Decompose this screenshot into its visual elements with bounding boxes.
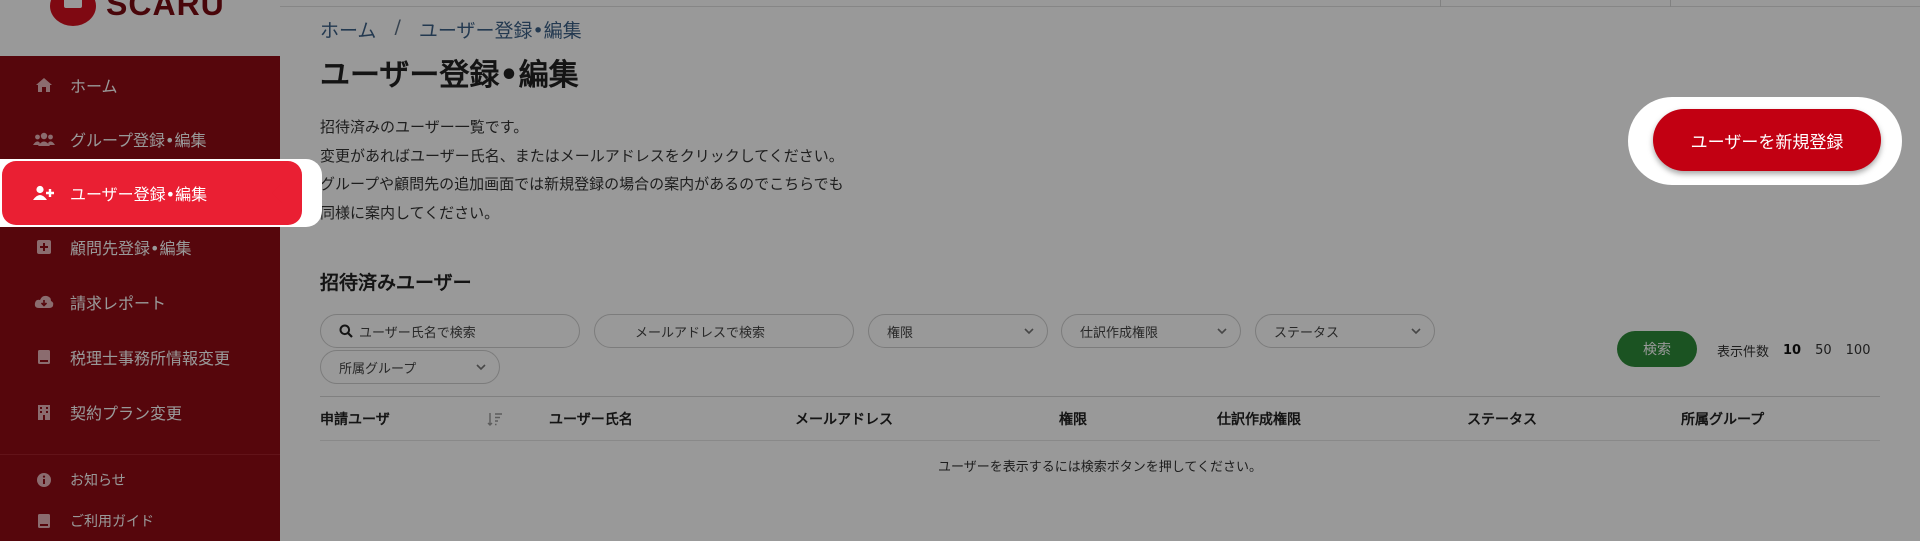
page-size-option-50[interactable]: 50 — [1815, 343, 1832, 358]
logo-area: SCARU — [0, 0, 280, 56]
sidebar-item-plan-change[interactable]: 契約プラン変更 — [0, 385, 280, 439]
sidebar-item-users[interactable]: ユーザー登録•編集 — [2, 161, 302, 225]
chevron-down-icon — [476, 364, 486, 371]
logo-icon — [50, 0, 96, 26]
breadcrumb-home-link[interactable]: ホーム — [320, 16, 376, 43]
status-select-label: ステータス — [1274, 325, 1340, 341]
sidebar-item-label: 契約プラン変更 — [70, 404, 183, 423]
users-icon — [33, 128, 55, 150]
group-select[interactable]: 所属グループ — [320, 350, 500, 384]
description-line: 変更があればユーザー氏名、またはメールアドレスをクリックしてください。 — [320, 146, 844, 165]
column-header-role[interactable]: 権限 — [1059, 409, 1087, 429]
search-button[interactable]: 検索 — [1617, 331, 1697, 367]
page-title: ユーザー登録•編集 — [320, 58, 579, 93]
journal-permission-label: 仕訳作成権限 — [1080, 325, 1159, 341]
column-header-group[interactable]: 所属グループ — [1681, 409, 1764, 429]
page-size-option-100[interactable]: 100 — [1846, 343, 1871, 358]
description-line: 招待済みのユーザー一覧です。 — [320, 118, 529, 136]
column-header-status[interactable]: ステータス — [1467, 409, 1537, 429]
table-empty-message: ユーザーを表示するには検索ボタンを押してください。 — [938, 460, 1262, 475]
email-search-input[interactable]: メールアドレスで検索 — [594, 314, 854, 348]
group-select-label: 所属グループ — [339, 361, 417, 377]
breadcrumb-current: ユーザー登録•編集 — [418, 20, 582, 42]
sidebar-item-label: ユーザー登録•編集 — [70, 185, 208, 204]
user-plus-icon — [33, 182, 55, 204]
role-select[interactable]: 権限 — [868, 314, 1048, 348]
sidebar: SCARU ホーム グループ登録•編集 顧問先登録•編集 請求レポート 税理士事… — [0, 0, 280, 541]
page-size-option-10[interactable]: 10 — [1783, 343, 1801, 358]
book-icon — [33, 346, 55, 368]
sidebar-item-clients[interactable]: 顧問先登録•編集 — [0, 220, 280, 274]
sidebar-item-label: お知らせ — [70, 473, 126, 489]
sidebar-item-label: 請求レポート — [70, 294, 167, 313]
sidebar-item-label: グループ登録•編集 — [70, 131, 207, 150]
description-line: グループや顧問先の追加画面では新規登録の場合の案内があるのでこちらでも — [320, 175, 844, 193]
page-size-selector: 表示件数 10 50 100 — [1717, 341, 1870, 360]
breadcrumb-separator: / — [394, 16, 401, 38]
search-icon — [339, 324, 353, 338]
column-header-email[interactable]: メールアドレス — [795, 409, 893, 429]
sidebar-item-label: 顧問先登録•編集 — [70, 239, 192, 258]
chevron-down-icon — [1024, 328, 1034, 335]
sidebar-item-billing-report[interactable]: 請求レポート — [0, 275, 280, 329]
sidebar-item-label: 税理士事務所情報変更 — [70, 349, 231, 368]
sidebar-item-guide[interactable]: ご利用ガイド — [0, 501, 280, 541]
building-icon — [33, 401, 55, 423]
main-content: ホーム / ユーザー登録•編集 ユーザー登録•編集 招待済みのユーザー一覧です。… — [280, 0, 1920, 541]
sidebar-item-home[interactable]: ホーム — [0, 58, 280, 112]
email-search-placeholder: メールアドレスで検索 — [635, 325, 766, 341]
sidebar-item-office-info[interactable]: 税理士事務所情報変更 — [0, 330, 280, 384]
sidebar-item-notices[interactable]: お知らせ — [0, 460, 280, 500]
logo-text: SCARU — [106, 0, 225, 22]
spotlight-sidebar: ユーザー登録•編集 — [0, 159, 322, 227]
cloud-download-icon — [33, 291, 55, 313]
sidebar-item-label: ご利用ガイド — [70, 514, 154, 530]
column-header-journal-permission[interactable]: 仕訳作成権限 — [1217, 409, 1301, 429]
sidebar-item-groups[interactable]: グループ登録•編集 — [0, 112, 280, 166]
sidebar-divider — [0, 454, 280, 455]
pointer-arrow — [272, 183, 282, 203]
guide-icon — [33, 510, 55, 532]
page-description: 招待済みのユーザー一覧です。 変更があればユーザー氏名、またはメールアドレスをク… — [320, 113, 1020, 227]
plus-square-icon — [33, 236, 55, 258]
column-header-applicant[interactable]: 申請ユーザ — [320, 409, 390, 429]
name-search-placeholder: ユーザー氏名で検索 — [359, 325, 476, 341]
description-line: 同様に案内してください。 — [320, 203, 500, 222]
new-user-button[interactable]: ユーザーを新規登録 — [1653, 109, 1881, 171]
sort-icon[interactable] — [487, 411, 503, 427]
top-bar — [280, 0, 1920, 7]
home-icon — [33, 74, 55, 96]
column-header-user-name[interactable]: ユーザー氏名 — [549, 409, 633, 429]
status-select[interactable]: ステータス — [1255, 314, 1435, 348]
sidebar-item-label: ホーム — [70, 77, 118, 96]
role-select-label: 権限 — [887, 325, 914, 341]
breadcrumb: ホーム / ユーザー登録•編集 — [320, 16, 582, 43]
chevron-down-icon — [1411, 328, 1421, 335]
page-size-label: 表示件数 — [1717, 345, 1770, 360]
journal-permission-select[interactable]: 仕訳作成権限 — [1061, 314, 1241, 348]
section-title: 招待済みユーザー — [320, 272, 472, 294]
table-header: 申請ユーザ ユーザー氏名 メールアドレス 権限 仕訳作成権限 ステータス 所属グ… — [320, 396, 1880, 441]
name-search-input[interactable]: ユーザー氏名で検索 — [320, 314, 580, 348]
info-icon — [33, 469, 55, 491]
chevron-down-icon — [1217, 328, 1227, 335]
